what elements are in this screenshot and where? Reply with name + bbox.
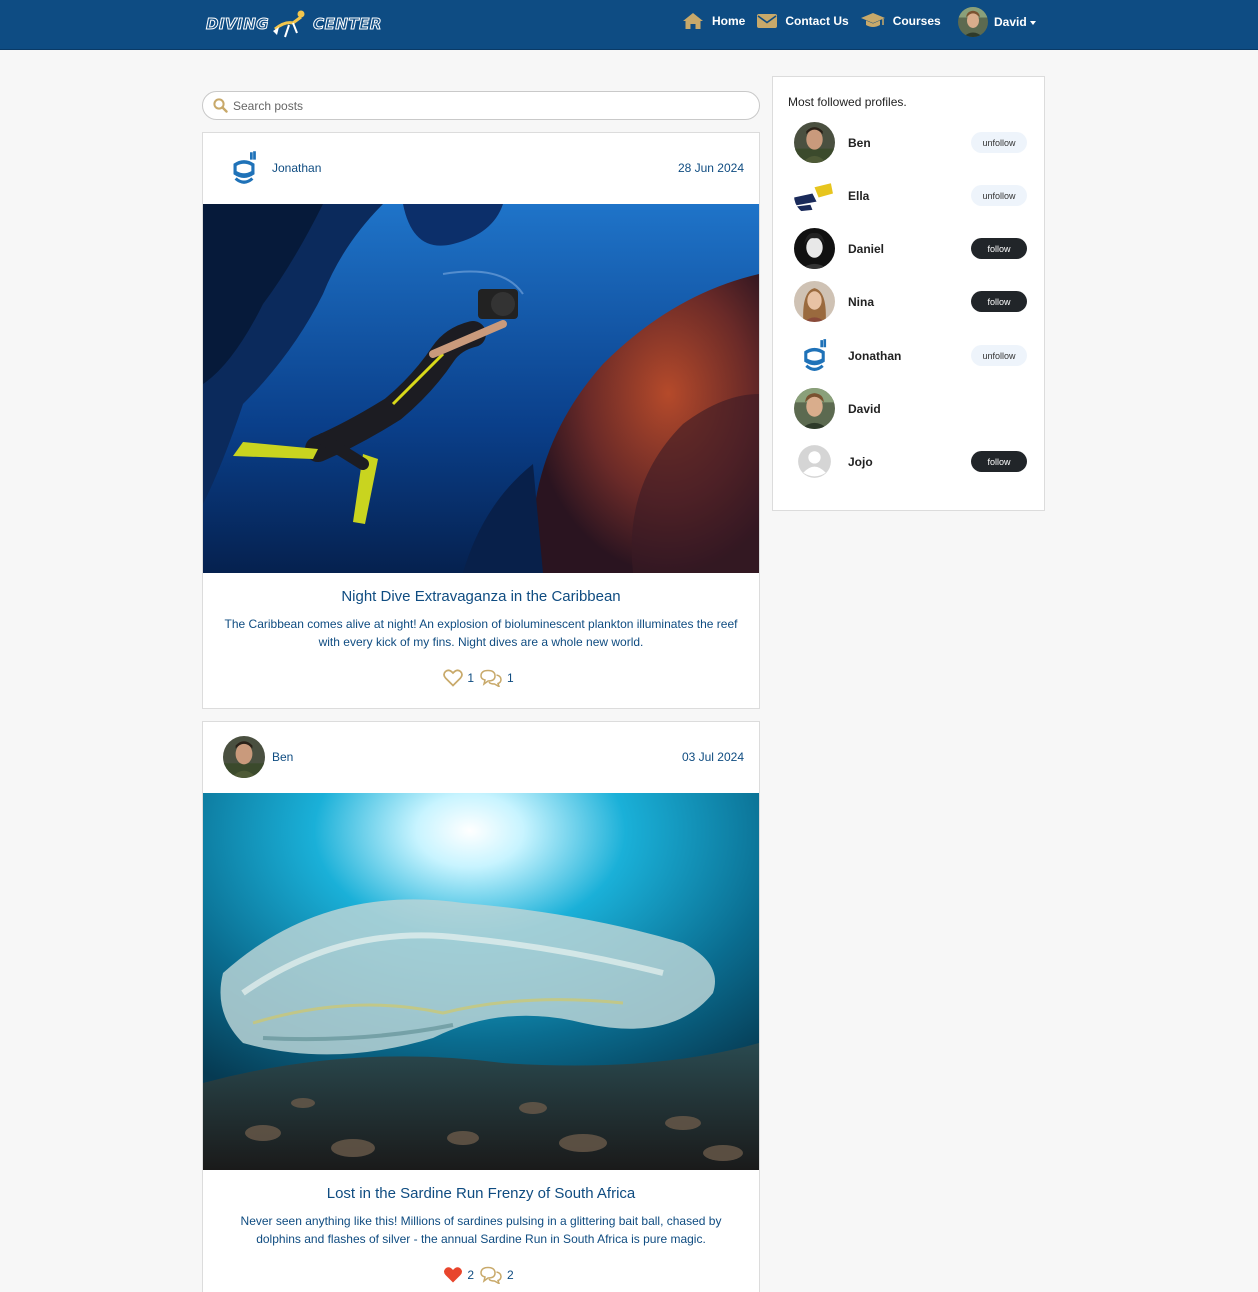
post-title[interactable]: Lost in the Sardine Run Frenzy of South … [203,1185,759,1202]
nav-home-label: Home [712,14,746,28]
post-title[interactable]: Night Dive Extravaganza in the Caribbean [203,588,759,605]
home-icon [683,13,703,29]
user-avatar [958,7,988,37]
post-card: Jonathan 28 Jun 2024 Night Dive Extravag… [202,132,760,709]
panel-title: Most followed profiles. [788,95,907,109]
profile-name[interactable]: Nina [848,295,874,309]
search-bar [202,91,760,120]
post-card: Ben 03 Jul 2024 Lost in the Sardine Run … [202,721,760,1292]
profile-name[interactable]: David [848,402,881,416]
graduation-cap-icon [860,13,885,27]
author-name[interactable]: Ben [272,750,293,764]
profile-name[interactable]: Jonathan [848,349,901,363]
author-avatar[interactable] [223,147,265,189]
user-name: David [994,15,1027,29]
search-input[interactable] [233,98,733,113]
follow-button[interactable]: follow [971,451,1027,472]
profile-avatar[interactable] [794,388,835,429]
post-header: Jonathan 28 Jun 2024 [203,133,759,204]
nav-home[interactable]: Home [682,12,745,30]
profile-item-jojo: Jojo follow [773,441,1044,483]
nav-contact-label: Contact Us [785,14,849,28]
profile-name[interactable]: Ben [848,136,871,150]
post-actions: 1 1 [203,669,759,687]
post-date: 03 Jul 2024 [681,750,744,764]
profile-name[interactable]: Jojo [848,455,873,469]
nav-courses[interactable]: Courses [860,12,941,30]
profile-item-daniel: Daniel follow [773,228,1044,270]
comments-icon[interactable] [479,669,503,687]
brand-logo[interactable]: DIVING CENTER [205,7,382,41]
post-header: Ben 03 Jul 2024 [203,722,759,793]
most-followed-panel: Most followed profiles. Ben unfollow Ell… [772,76,1045,511]
profile-avatar[interactable] [794,122,835,163]
profile-item-jonathan: Jonathan unfollow [773,335,1044,377]
unfollow-button[interactable]: unfollow [971,132,1027,153]
comments-icon[interactable] [479,1266,503,1284]
unfollow-button[interactable]: unfollow [971,185,1027,206]
comment-count: 1 [507,671,514,685]
profile-avatar[interactable] [794,281,835,322]
like-count: 1 [467,671,474,685]
search-icon [213,98,228,113]
post-image[interactable] [203,204,759,573]
brand-text-left: DIVING [205,15,270,34]
post-date: 28 Jun 2024 [677,161,744,175]
profile-item-ella: Ella unfollow [773,175,1044,217]
profile-name[interactable]: Daniel [848,242,884,256]
unfollow-button[interactable]: unfollow [971,345,1027,366]
profile-avatar[interactable] [794,175,835,216]
brand-text-right: CENTER [313,15,382,34]
profile-item-nina: Nina follow [773,281,1044,323]
top-navbar: DIVING CENTER Home Contact Us Courses Da… [0,0,1258,50]
follow-button[interactable]: follow [971,238,1027,259]
follow-button[interactable]: follow [971,291,1027,312]
post-body: The Caribbean comes alive at night! An e… [224,617,738,649]
author-name[interactable]: Jonathan [272,161,321,175]
post-image[interactable] [203,793,759,1170]
user-menu[interactable]: David [958,7,1036,37]
chevron-down-icon [1029,20,1036,25]
post-actions: 2 2 [203,1266,759,1284]
profile-item-david: David [773,388,1044,430]
author-avatar[interactable] [223,736,265,778]
nav-links: Home Contact Us Courses [682,0,953,42]
nav-contact[interactable]: Contact Us [757,13,849,29]
comment-count: 2 [507,1268,514,1282]
envelope-icon [757,14,778,28]
profile-item-ben: Ben unfollow [773,122,1044,164]
heart-outline-icon[interactable] [443,669,464,687]
post-body: Never seen anything like this! Millions … [240,1214,722,1246]
nav-courses-label: Courses [892,14,941,28]
profile-avatar[interactable] [794,228,835,269]
profile-name[interactable]: Ella [848,189,869,203]
profile-avatar[interactable] [794,335,835,376]
profile-avatar[interactable] [794,441,835,482]
like-count: 2 [467,1268,474,1282]
diver-icon [273,10,305,38]
heart-filled-icon[interactable] [443,1266,463,1284]
